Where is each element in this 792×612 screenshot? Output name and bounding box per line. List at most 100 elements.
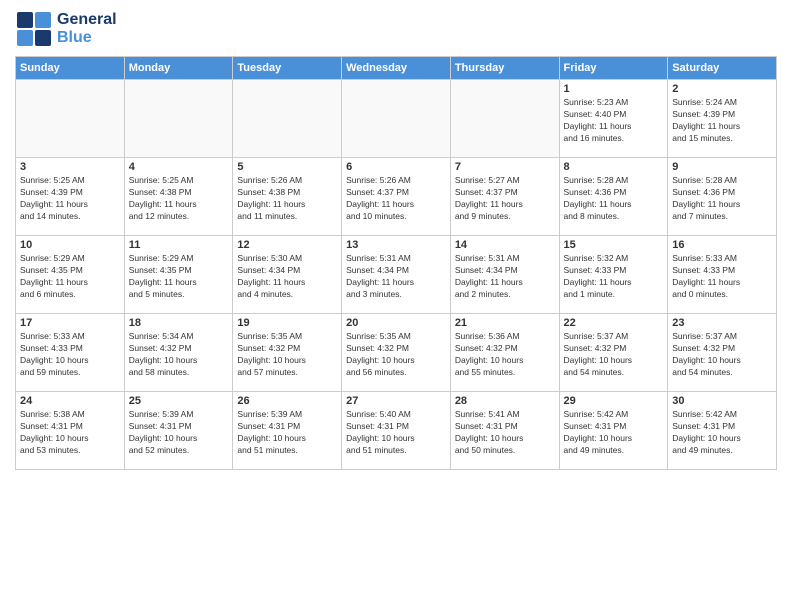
day-info: Sunrise: 5:23 AM Sunset: 4:40 PM Dayligh… [564,97,664,145]
calendar-cell: 18 Sunrise: 5:34 AM Sunset: 4:32 PM Dayli… [124,314,233,392]
day-number: 9 [672,161,772,173]
day-info: Sunrise: 5:28 AM Sunset: 4:36 PM Dayligh… [672,175,772,223]
day-number: 23 [672,317,772,329]
calendar-cell: 3 Sunrise: 5:25 AM Sunset: 4:39 PM Daylig… [16,158,125,236]
day-info: Sunrise: 5:33 AM Sunset: 4:33 PM Dayligh… [20,331,120,379]
day-info: Sunrise: 5:35 AM Sunset: 4:32 PM Dayligh… [237,331,337,379]
calendar-cell: 11 Sunrise: 5:29 AM Sunset: 4:35 PM Dayli… [124,236,233,314]
calendar-cell: 20 Sunrise: 5:35 AM Sunset: 4:32 PM Dayli… [342,314,451,392]
day-number: 30 [672,395,772,407]
day-number: 24 [20,395,120,407]
day-number: 8 [564,161,664,173]
day-number: 27 [346,395,446,407]
day-info: Sunrise: 5:31 AM Sunset: 4:34 PM Dayligh… [455,253,555,301]
calendar-body: 1 Sunrise: 5:23 AM Sunset: 4:40 PM Daylig… [16,80,777,470]
day-number: 26 [237,395,337,407]
day-info: Sunrise: 5:33 AM Sunset: 4:33 PM Dayligh… [672,253,772,301]
calendar-week-4: 17 Sunrise: 5:33 AM Sunset: 4:33 PM Dayli… [16,314,777,392]
calendar-cell: 27 Sunrise: 5:40 AM Sunset: 4:31 PM Dayli… [342,392,451,470]
calendar-cell: 15Sunrise: 5:32 AM Sunset: 4:33 PM Dayli… [559,236,668,314]
main-container: General Blue SundayMondayTuesdayWednesda… [0,0,792,480]
col-header-monday: Monday [124,57,233,80]
calendar-week-2: 3 Sunrise: 5:25 AM Sunset: 4:39 PM Daylig… [16,158,777,236]
day-number: 20 [346,317,446,329]
day-number: 13 [346,239,446,251]
day-info: Sunrise: 5:37 AM Sunset: 4:32 PM Dayligh… [672,331,772,379]
calendar-cell: 1 Sunrise: 5:23 AM Sunset: 4:40 PM Daylig… [559,80,668,158]
calendar-cell: 28 Sunrise: 5:41 AM Sunset: 4:31 PM Dayli… [450,392,559,470]
day-number: 17 [20,317,120,329]
calendar-cell: 24 Sunrise: 5:38 AM Sunset: 4:31 PM Dayli… [16,392,125,470]
day-info: Sunrise: 5:39 AM Sunset: 4:31 PM Dayligh… [129,409,229,457]
day-info: Sunrise: 5:41 AM Sunset: 4:31 PM Dayligh… [455,409,555,457]
calendar-cell: 21Sunrise: 5:36 AM Sunset: 4:32 PM Dayli… [450,314,559,392]
calendar-cell: 10Sunrise: 5:29 AM Sunset: 4:35 PM Dayli… [16,236,125,314]
calendar-cell: 12Sunrise: 5:30 AM Sunset: 4:34 PM Dayli… [233,236,342,314]
calendar-cell: 14Sunrise: 5:31 AM Sunset: 4:34 PM Dayli… [450,236,559,314]
day-info: Sunrise: 5:35 AM Sunset: 4:32 PM Dayligh… [346,331,446,379]
day-info: Sunrise: 5:26 AM Sunset: 4:38 PM Dayligh… [237,175,337,223]
day-number: 16 [672,239,772,251]
calendar-cell: 23 Sunrise: 5:37 AM Sunset: 4:32 PM Dayli… [668,314,777,392]
calendar-cell: 9 Sunrise: 5:28 AM Sunset: 4:36 PM Daylig… [668,158,777,236]
day-info: Sunrise: 5:29 AM Sunset: 4:35 PM Dayligh… [129,253,229,301]
calendar-cell: 13 Sunrise: 5:31 AM Sunset: 4:34 PM Dayli… [342,236,451,314]
col-header-thursday: Thursday [450,57,559,80]
day-info: Sunrise: 5:34 AM Sunset: 4:32 PM Dayligh… [129,331,229,379]
calendar-cell: 6 Sunrise: 5:26 AM Sunset: 4:37 PM Daylig… [342,158,451,236]
calendar-table: SundayMondayTuesdayWednesdayThursdayFrid… [15,56,777,470]
calendar-cell: 30 Sunrise: 5:42 AM Sunset: 4:31 PM Dayli… [668,392,777,470]
column-headers: SundayMondayTuesdayWednesdayThursdayFrid… [16,57,777,80]
col-header-sunday: Sunday [16,57,125,80]
day-info: Sunrise: 5:38 AM Sunset: 4:31 PM Dayligh… [20,409,120,457]
calendar-cell: 2 Sunrise: 5:24 AM Sunset: 4:39 PM Daylig… [668,80,777,158]
day-info: Sunrise: 5:30 AM Sunset: 4:34 PM Dayligh… [237,253,337,301]
day-number: 29 [564,395,664,407]
calendar-cell: 19 Sunrise: 5:35 AM Sunset: 4:32 PM Dayli… [233,314,342,392]
calendar-cell: 17 Sunrise: 5:33 AM Sunset: 4:33 PM Dayli… [16,314,125,392]
day-number: 22 [564,317,664,329]
day-number: 11 [129,239,229,251]
day-info: Sunrise: 5:40 AM Sunset: 4:31 PM Dayligh… [346,409,446,457]
day-number: 7 [455,161,555,173]
day-number: 18 [129,317,229,329]
day-info: Sunrise: 5:42 AM Sunset: 4:31 PM Dayligh… [564,409,664,457]
day-info: Sunrise: 5:42 AM Sunset: 4:31 PM Dayligh… [672,409,772,457]
calendar-cell [16,80,125,158]
calendar-cell: 25 Sunrise: 5:39 AM Sunset: 4:31 PM Dayli… [124,392,233,470]
day-number: 1 [564,83,664,95]
calendar-cell [233,80,342,158]
logo-general: General [57,11,117,29]
calendar-cell [342,80,451,158]
day-info: Sunrise: 5:39 AM Sunset: 4:31 PM Dayligh… [237,409,337,457]
day-number: 6 [346,161,446,173]
calendar-cell: 29 Sunrise: 5:42 AM Sunset: 4:31 PM Dayli… [559,392,668,470]
day-info: Sunrise: 5:26 AM Sunset: 4:37 PM Dayligh… [346,175,446,223]
header: General Blue [15,10,777,48]
day-info: Sunrise: 5:25 AM Sunset: 4:38 PM Dayligh… [129,175,229,223]
day-number: 4 [129,161,229,173]
calendar-cell: 5Sunrise: 5:26 AM Sunset: 4:38 PM Daylig… [233,158,342,236]
col-header-friday: Friday [559,57,668,80]
day-number: 28 [455,395,555,407]
calendar-cell: 16 Sunrise: 5:33 AM Sunset: 4:33 PM Dayli… [668,236,777,314]
logo: General Blue [15,10,117,48]
day-info: Sunrise: 5:37 AM Sunset: 4:32 PM Dayligh… [564,331,664,379]
day-number: 2 [672,83,772,95]
calendar-week-5: 24 Sunrise: 5:38 AM Sunset: 4:31 PM Dayli… [16,392,777,470]
day-info: Sunrise: 5:31 AM Sunset: 4:34 PM Dayligh… [346,253,446,301]
day-number: 15 [564,239,664,251]
col-header-saturday: Saturday [668,57,777,80]
day-info: Sunrise: 5:25 AM Sunset: 4:39 PM Dayligh… [20,175,120,223]
day-number: 10 [20,239,120,251]
day-info: Sunrise: 5:28 AM Sunset: 4:36 PM Dayligh… [564,175,664,223]
day-number: 3 [20,161,120,173]
col-header-tuesday: Tuesday [233,57,342,80]
day-number: 21 [455,317,555,329]
calendar-cell: 8 Sunrise: 5:28 AM Sunset: 4:36 PM Daylig… [559,158,668,236]
day-info: Sunrise: 5:24 AM Sunset: 4:39 PM Dayligh… [672,97,772,145]
day-number: 19 [237,317,337,329]
calendar-week-3: 10 Sunrise: 5:29 AM Sunset: 4:35 PM Dayli… [16,236,777,314]
calendar-cell: 26 Sunrise: 5:39 AM Sunset: 4:31 PM Dayli… [233,392,342,470]
day-number: 25 [129,395,229,407]
